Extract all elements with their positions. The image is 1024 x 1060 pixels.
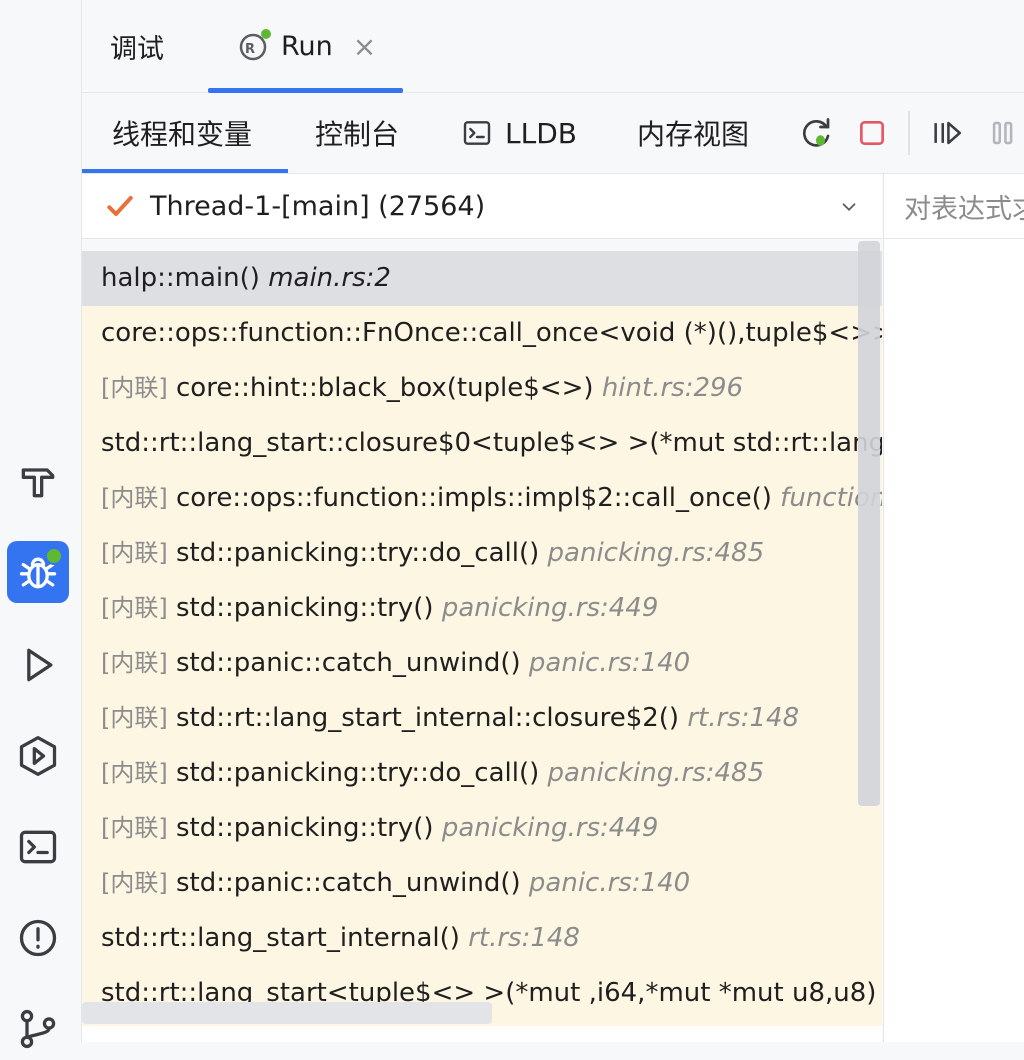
inline-tag: [内联]	[101, 594, 168, 622]
inline-tag: [内联]	[101, 869, 168, 897]
inline-tag: [内联]	[101, 814, 168, 842]
inline-tag: [内联]	[101, 704, 168, 732]
tab-threads-variables-label: 线程和变量	[112, 118, 253, 151]
services-icon[interactable]	[7, 725, 69, 787]
stack-frame-row[interactable]: [内联] std::rt::lang_start_internal::closu…	[82, 691, 882, 746]
evaluate-expression-placeholder: 对表达式求	[904, 193, 1024, 225]
resume-button[interactable]	[925, 111, 969, 155]
frame-function: std::panicking::try()	[176, 593, 434, 623]
tab-debug[interactable]: 调试	[110, 0, 164, 92]
pause-icon	[992, 121, 1013, 145]
frame-location: panic.rs:140	[528, 648, 691, 678]
stack-frame-row[interactable]: [内联] std::panicking::try() panicking.rs:…	[82, 581, 882, 636]
status-line	[82, 1026, 882, 1042]
frame-location: rt.rs:148	[687, 703, 800, 733]
build-hammer-icon[interactable]	[7, 450, 69, 512]
debug-active-dot	[45, 547, 63, 565]
tab-run-label: Run	[281, 30, 333, 62]
stack-frame-row[interactable]: [内联] std::panicking::try::do_call() pani…	[82, 526, 882, 581]
frame-location: panicking.rs:485	[547, 758, 765, 788]
frame-location: hint.rs:296	[601, 373, 744, 403]
stack-frame-row[interactable]: core::ops::function::FnOnce::call_once<v…	[82, 306, 882, 361]
frame-function: std::panic::catch_unwind()	[176, 868, 521, 898]
debug-toolbar: 线程和变量 控制台 LLDB 内存视图	[82, 93, 1024, 174]
run-play-icon[interactable]	[7, 634, 69, 696]
frame-function: core::ops::function::FnOnce::call_once<v…	[101, 318, 882, 348]
tool-window-tabs: 调试 R Run ×	[82, 0, 1024, 93]
tab-memory-view[interactable]: 内存视图	[637, 93, 749, 173]
active-tab-underline	[82, 169, 288, 173]
tab-threads-variables[interactable]: 线程和变量	[112, 93, 252, 173]
rust-run-icon: R	[237, 29, 271, 63]
tab-console-label: 控制台	[315, 118, 400, 151]
frame-function: std::rt::lang_start_internal::closure$2(…	[176, 703, 680, 733]
tab-run[interactable]: R Run ×	[237, 0, 376, 92]
variables-panel	[883, 239, 1024, 1042]
frame-function: std::rt::lang_start_internal()	[101, 923, 460, 953]
git-branch-icon[interactable]	[7, 998, 69, 1060]
rerun-icon	[802, 118, 830, 147]
evaluate-expression-input[interactable]: 对表达式求	[883, 174, 1024, 239]
close-icon[interactable]: ×	[353, 30, 376, 63]
thread-label: Thread-1-[main] (27564)	[150, 190, 486, 222]
terminal-icon[interactable]	[7, 816, 69, 878]
inline-tag: [内联]	[101, 759, 168, 787]
checkmark-icon	[104, 190, 136, 222]
frame-function: halp::main()	[101, 263, 260, 293]
horizontal-scrollbar[interactable]	[82, 1002, 492, 1024]
rerun-debug-button[interactable]	[794, 111, 838, 155]
stop-icon	[860, 121, 884, 145]
inline-tag: [内联]	[101, 484, 168, 512]
thread-selector[interactable]: Thread-1-[main] (27564)	[82, 174, 882, 239]
resume-icon	[934, 121, 962, 145]
vertical-scrollbar[interactable]	[858, 241, 880, 806]
toolbar-separator	[908, 111, 910, 155]
tab-lldb-label: LLDB	[505, 116, 577, 150]
frame-location: rt.rs:148	[468, 923, 580, 953]
frame-location: panic.rs:140	[528, 868, 691, 898]
inline-tag: [内联]	[101, 539, 168, 567]
stack-frame-row[interactable]: [内联] core::hint::black_box(tuple$<>) hin…	[82, 361, 882, 416]
inline-tag: [内联]	[101, 649, 168, 677]
tab-lldb[interactable]: LLDB	[461, 93, 577, 173]
frame-function: core::hint::black_box(tuple$<>)	[176, 373, 594, 403]
tab-debug-label: 调试	[110, 33, 164, 65]
running-dot	[261, 29, 271, 39]
stack-frame-row[interactable]: halp::main() main.rs:2	[82, 251, 882, 306]
frame-function: core::ops::function::impls::impl$2::call…	[176, 483, 772, 513]
stop-button[interactable]	[850, 111, 894, 155]
tab-memory-view-label: 内存视图	[637, 118, 750, 151]
frame-function: std::panic::catch_unwind()	[176, 648, 521, 678]
pause-button[interactable]	[982, 111, 1024, 155]
frame-location: panicking.rs:485	[547, 538, 765, 568]
problems-icon[interactable]	[7, 907, 69, 969]
lldb-terminal-icon	[461, 117, 493, 149]
stack-frame-row[interactable]: std::rt::lang_start_internal() rt.rs:148	[82, 911, 882, 966]
frames-header-strip	[82, 239, 882, 251]
stack-frame-row[interactable]: [内联] std::panic::catch_unwind() panic.rs…	[82, 636, 882, 691]
frame-function: std::panicking::try::do_call()	[176, 538, 540, 568]
frame-function: std::panicking::try::do_call()	[176, 758, 540, 788]
stack-frame-row[interactable]: [内联] std::panicking::try::do_call() pani…	[82, 746, 882, 801]
debug-bug-icon[interactable]	[7, 541, 69, 603]
stack-frame-row[interactable]: [内联] std::panic::catch_unwind() panic.rs…	[82, 856, 882, 911]
tab-console[interactable]: 控制台	[315, 93, 399, 173]
stack-frame-row[interactable]: std::rt::lang_start::closure$0<tuple$<> …	[82, 416, 882, 471]
frame-location: panicking.rs:449	[441, 813, 659, 843]
stack-frame-row[interactable]: [内联] std::panicking::try() panicking.rs:…	[82, 801, 882, 856]
frame-location: main.rs:2	[268, 263, 391, 293]
inline-tag: [内联]	[101, 374, 168, 402]
stack-frame-row[interactable]: [内联] core::ops::function::impls::impl$2:…	[82, 471, 882, 526]
frame-function: std::rt::lang_start::closure$0<tuple$<> …	[101, 428, 882, 458]
frame-function: std::panicking::try()	[176, 813, 434, 843]
stack-frames-list: halp::main() main.rs:2core::ops::functio…	[82, 251, 882, 1026]
svg-text:R: R	[245, 42, 255, 57]
frame-location: panicking.rs:449	[441, 593, 659, 623]
tool-window-bar	[0, 0, 82, 1049]
frame-list: halp::main() main.rs:2core::ops::functio…	[82, 251, 882, 1021]
chevron-down-icon[interactable]	[838, 196, 860, 222]
